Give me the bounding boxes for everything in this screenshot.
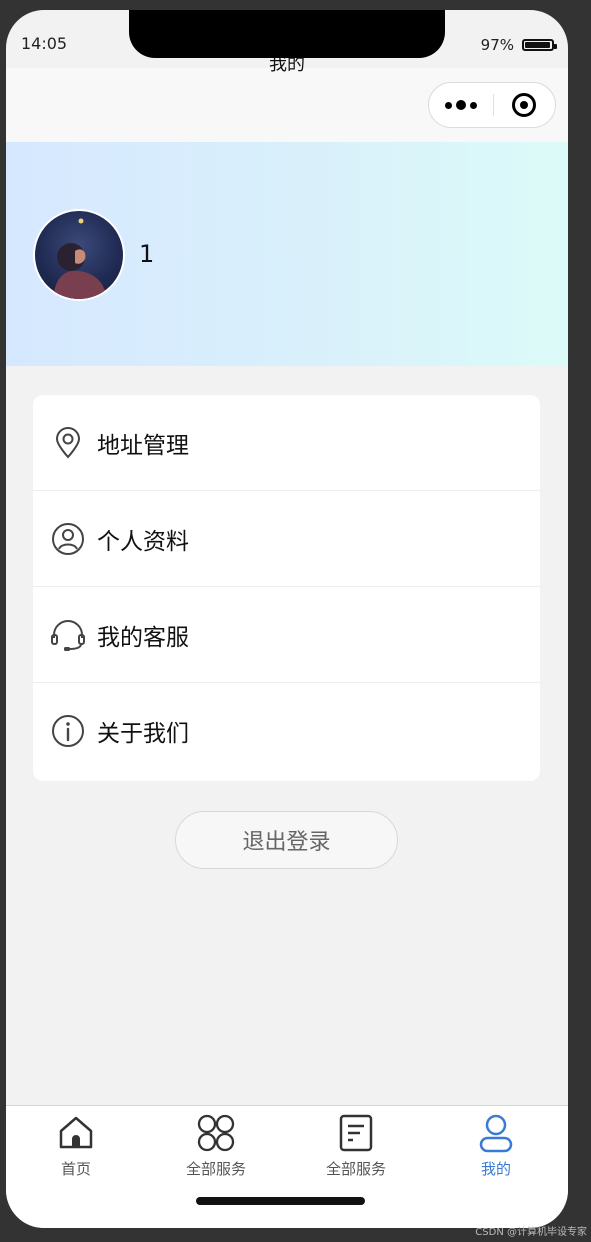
menu-label: 关于我们 <box>97 721 189 747</box>
tab-home[interactable]: 首页 <box>6 1106 146 1186</box>
grid-icon <box>197 1114 235 1152</box>
username: 1 <box>139 240 155 268</box>
tab-services-2[interactable]: 全部服务 <box>286 1106 426 1186</box>
user-circle-icon <box>52 522 84 555</box>
logout-button[interactable]: 退出登录 <box>175 811 398 869</box>
info-icon <box>52 715 84 747</box>
menu-item-service[interactable]: 我的客服 <box>33 587 540 683</box>
location-icon <box>55 426 81 458</box>
headset-icon <box>51 619 85 651</box>
tab-mine[interactable]: 我的 <box>426 1106 566 1186</box>
watermark: CSDN @计算机毕设专家 <box>475 1227 587 1238</box>
mini-program-capsule <box>428 82 556 128</box>
menu-label: 我的客服 <box>97 624 189 651</box>
tab-label: 我的 <box>480 1160 511 1178</box>
avatar-image <box>53 218 107 299</box>
phone-frame: 14:05 97% 我的 1 地址管理 个人资料 我的客服 关于我们 退出登录 … <box>6 10 568 1228</box>
tab-label: 首页 <box>60 1160 91 1178</box>
menu-item-profile[interactable]: 个人资料 <box>33 491 540 587</box>
tab-label: 全部服务 <box>185 1160 246 1178</box>
home-icon <box>59 1116 93 1149</box>
tab-services-1[interactable]: 全部服务 <box>146 1106 286 1186</box>
menu-label: 地址管理 <box>97 432 189 459</box>
home-indicator <box>196 1197 365 1205</box>
menu-card: 地址管理 个人资料 我的客服 关于我们 <box>33 395 540 781</box>
more-button[interactable] <box>429 100 493 110</box>
tab-bar: 首页 全部服务 全部服务 我的 <box>6 1105 568 1228</box>
notch <box>129 10 445 58</box>
menu-item-about[interactable]: 关于我们 <box>33 683 540 779</box>
person-icon <box>479 1114 513 1153</box>
menu-item-address[interactable]: 地址管理 <box>33 395 540 491</box>
menu-label: 个人资料 <box>97 528 189 555</box>
target-icon <box>512 93 537 117</box>
avatar[interactable] <box>33 209 125 301</box>
close-button[interactable] <box>493 93 555 117</box>
document-icon <box>339 1114 373 1152</box>
tab-label: 全部服务 <box>325 1160 386 1178</box>
